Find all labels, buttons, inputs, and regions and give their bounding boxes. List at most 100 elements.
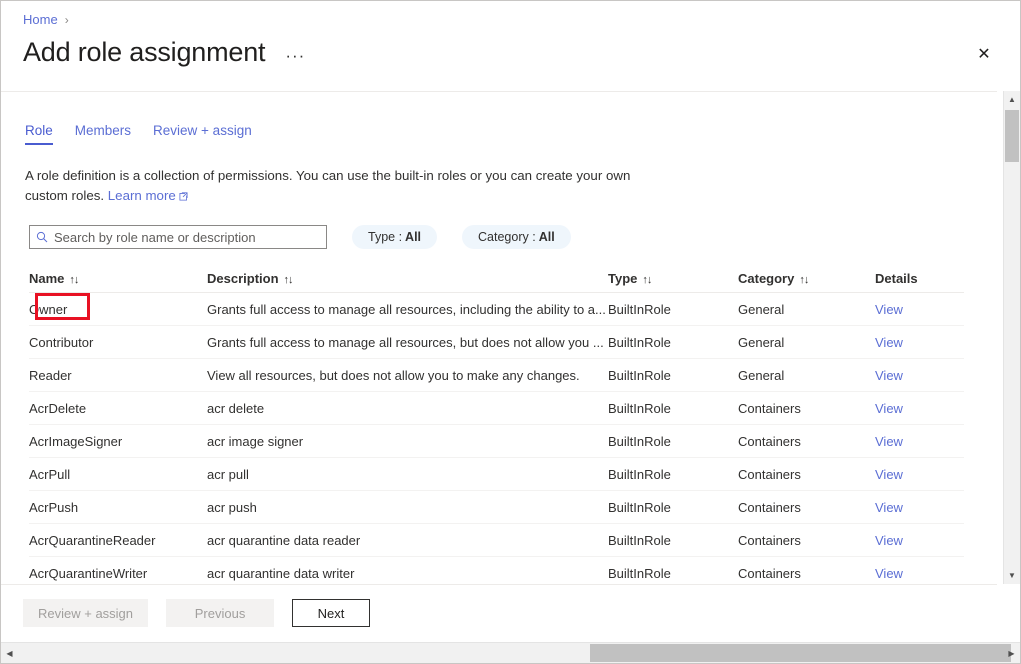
row-type: BuiltInRole [608, 466, 671, 482]
table-row[interactable]: AcrPull acr pull BuiltInRole Containers View [29, 458, 964, 491]
row-category: Containers [738, 499, 801, 515]
row-type: BuiltInRole [608, 334, 671, 350]
row-name-text: AcrPush [29, 499, 79, 515]
table-row[interactable]: AcrDelete acr delete BuiltInRole Containers… [29, 392, 964, 425]
vertical-scrollbar-thumb[interactable] [1005, 110, 1019, 162]
next-button-label: Next [317, 605, 345, 621]
tab-review-assign[interactable]: Review + assign [153, 123, 252, 145]
row-category: General [738, 301, 785, 317]
view-details-link[interactable]: View [875, 335, 903, 350]
horizontal-scrollbar[interactable]: ◀ ▶ [1, 642, 1020, 663]
sort-icon: ↑↓ [799, 273, 809, 286]
row-description: View all resources, but does not allow y… [207, 367, 580, 383]
table-row[interactable]: AcrImageSigner acr image signer BuiltInRol… [29, 425, 964, 458]
scroll-right-icon[interactable]: ▶ [1003, 643, 1020, 663]
filter-pill-type[interactable]: Type : All [352, 225, 438, 249]
row-details: View [875, 467, 955, 482]
breadcrumb-separator-icon: › [64, 12, 69, 27]
row-description: acr quarantine data writer [207, 565, 355, 581]
row-category: General [738, 334, 785, 350]
previous-button[interactable]: Previous [166, 599, 275, 627]
row-name-text: AcrQuarantineReader [29, 532, 156, 548]
tab-list: Role Members Review + assign [25, 123, 252, 145]
scroll-down-icon[interactable]: ▼ [1004, 567, 1020, 584]
filter-bar: Type : All Category : All [29, 225, 571, 249]
column-header-name-label: Name [29, 270, 65, 286]
column-header-category[interactable]: Category ↑↓ [738, 271, 875, 286]
table-row[interactable]: AcrQuarantineWriter acr quarantine data w… [29, 557, 964, 585]
view-details-link[interactable]: View [875, 302, 903, 317]
previous-button-label: Previous [194, 605, 246, 621]
tab-members[interactable]: Members [75, 123, 131, 145]
table-row[interactable]: Contributor Grants full access to manage … [29, 326, 964, 359]
row-name: AcrPull [29, 467, 207, 482]
view-details-link[interactable]: View [875, 467, 903, 482]
filter-pill-category[interactable]: Category : All [462, 225, 571, 249]
search-box[interactable] [29, 225, 327, 249]
view-details-link[interactable]: View [875, 401, 903, 416]
table-row[interactable]: AcrPush acr push BuiltInRole Containers View [29, 491, 964, 524]
vertical-scrollbar[interactable]: ▲ ▼ [1003, 91, 1020, 584]
scroll-up-icon[interactable]: ▲ [1004, 91, 1020, 108]
row-category: Containers [738, 565, 801, 581]
table-row[interactable]: Owner Grants full access to manage all re… [29, 293, 964, 326]
view-details-link[interactable]: View [875, 566, 903, 581]
row-description: acr delete [207, 400, 265, 416]
tab-role[interactable]: Role [25, 123, 53, 145]
row-details: View [875, 434, 955, 449]
row-name: Contributor [29, 335, 207, 350]
column-header-details-label: Details [875, 270, 918, 286]
row-name-text: AcrImageSigner [29, 433, 123, 449]
next-button[interactable]: Next [292, 599, 371, 627]
scroll-left-icon[interactable]: ◀ [1, 643, 18, 663]
footer-bar: Review + assign Previous Next [1, 584, 997, 643]
view-details-link[interactable]: View [875, 368, 903, 383]
table-header-row: Name ↑↓ Description ↑↓ Type ↑↓ Category ↑↓ D… [29, 264, 964, 293]
more-options-icon[interactable]: ··· [281, 47, 309, 64]
row-name-text: AcrQuarantineWriter [29, 565, 148, 581]
close-icon[interactable]: ✕ [970, 41, 998, 69]
column-header-description[interactable]: Description ↑↓ [207, 271, 608, 286]
column-header-type[interactable]: Type ↑↓ [608, 271, 738, 286]
page-title: Add role assignment [23, 37, 266, 67]
title-row: Add role assignment ··· [23, 35, 309, 69]
row-name: AcrImageSigner [29, 434, 207, 449]
row-name: AcrDelete [29, 401, 207, 416]
row-type: BuiltInRole [608, 400, 671, 416]
row-name: AcrQuarantineReader [29, 533, 207, 548]
row-type: BuiltInRole [608, 565, 671, 581]
row-description: acr quarantine data reader [207, 532, 361, 548]
column-header-type-label: Type [608, 270, 638, 286]
row-name: AcrQuarantineWriter [29, 566, 207, 581]
filter-pill-type-value: All [405, 230, 422, 244]
row-type: BuiltInRole [608, 433, 671, 449]
view-details-link[interactable]: View [875, 500, 903, 515]
view-details-link[interactable]: View [875, 533, 903, 548]
row-description: Grants full access to manage all resourc… [207, 334, 604, 350]
search-input[interactable] [54, 229, 320, 245]
row-description: Grants full access to manage all resourc… [207, 301, 606, 317]
row-type: BuiltInRole [608, 499, 671, 515]
table-row[interactable]: Reader View all resources, but does not a… [29, 359, 964, 392]
external-link-icon [179, 187, 188, 207]
row-type: BuiltInRole [608, 532, 671, 548]
horizontal-scrollbar-thumb[interactable] [590, 644, 1011, 662]
row-details: View [875, 401, 955, 416]
add-role-assignment-blade: Home › Add role assignment ··· ✕ Role Me… [0, 0, 1021, 664]
row-details: View [875, 500, 955, 515]
filter-pill-category-label: Category : [478, 230, 536, 244]
row-name-text: AcrPull [29, 466, 71, 482]
row-description: acr image signer [207, 433, 304, 449]
content-panel: Role Members Review + assign A role defi… [1, 91, 997, 585]
breadcrumb-home-link[interactable]: Home [23, 12, 58, 27]
view-details-link[interactable]: View [875, 434, 903, 449]
column-header-details: Details [875, 271, 955, 286]
review-assign-button[interactable]: Review + assign [23, 599, 149, 627]
row-details: View [875, 566, 955, 581]
column-header-name[interactable]: Name ↑↓ [29, 271, 207, 286]
learn-more-link[interactable]: Learn more [108, 188, 176, 203]
row-details: View [875, 335, 955, 350]
sort-icon: ↑↓ [69, 273, 79, 286]
table-row[interactable]: AcrQuarantineReader acr quarantine data r… [29, 524, 964, 557]
row-type: BuiltInRole [608, 367, 671, 383]
